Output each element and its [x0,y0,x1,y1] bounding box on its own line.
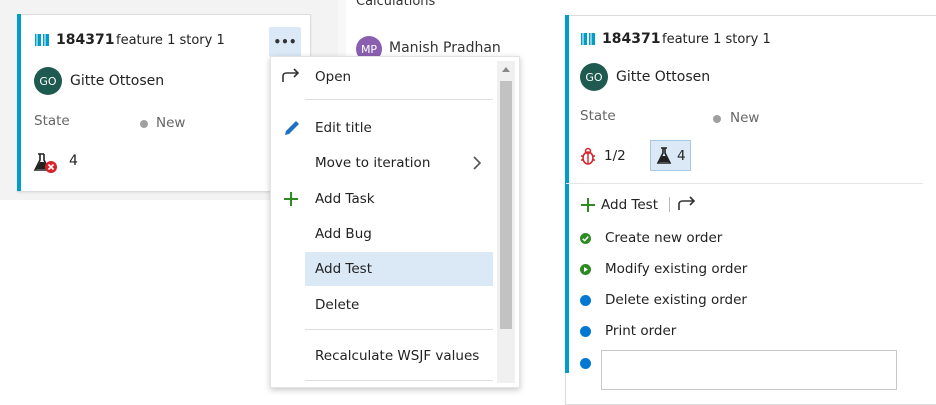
card-accent-bar [17,14,21,191]
test-count: 4 [677,148,686,164]
menu-item-add-test[interactable]: Add Test [305,252,493,286]
menu-item-label: Edit title [315,120,372,136]
test-indicator-toggle[interactable]: 4 [650,140,691,171]
menu-separator [305,99,493,100]
menu-item-label: Recalculate WSJF values [315,348,480,364]
work-item-title[interactable]: feature 1 story 1 [116,33,225,48]
menu-item-label: Add Task [315,191,375,207]
card-divider [566,183,923,184]
chevron-right-icon [473,156,482,170]
state-value[interactable]: New [730,110,759,126]
state-value[interactable]: New [156,115,185,131]
active-status-icon [580,294,591,306]
test-item[interactable]: Create new order [580,230,722,246]
assignee-name[interactable]: Gitte Ottosen [70,73,164,89]
menu-item-delete[interactable]: Delete [305,288,493,322]
more-actions-button[interactable]: ••• [269,27,301,57]
passed-icon [580,232,591,244]
state-dot-icon [713,115,721,123]
test-item[interactable]: Modify existing order [580,261,747,277]
scrollbar-thumb[interactable] [500,81,512,329]
test-name: Create new order [605,230,723,246]
test-name: Modify existing order [605,261,748,277]
background-card-assignee: Manish Pradhan [389,40,501,56]
scroll-up-icon[interactable] [501,65,511,73]
state-label: State [34,113,70,129]
background-card-title: Calculations [356,0,436,9]
assignee-name[interactable]: Gitte Ottosen [616,69,710,85]
pencil-icon [285,121,299,135]
state-label: State [580,108,616,124]
test-item[interactable]: Delete existing order [580,292,747,308]
work-item-title[interactable]: feature 1 story 1 [662,32,771,47]
menu-item-label: Delete [315,297,360,313]
toolbar-divider [669,197,670,212]
menu-item-label: Add Bug [315,226,372,242]
work-item-id: 184371 [56,32,115,48]
test-flask-icon [656,147,672,164]
menu-item-recalculate-wsjf[interactable]: Recalculate WSJF values [305,339,493,373]
test-name: Print order [605,323,677,339]
plus-icon[interactable] [580,197,596,213]
work-item-card[interactable]: 184371 feature 1 story 1 ••• GO Gitte Ot… [17,14,311,192]
user-story-icon [35,34,49,46]
avatar: GO [34,67,62,95]
bug-count: 1/2 [604,148,626,164]
bug-icon[interactable] [580,147,596,165]
open-arrow-icon [282,68,300,82]
menu-item-label: Open [315,69,352,85]
menu-item-label: Add Test [315,261,373,277]
work-item-id: 184371 [602,31,661,47]
menu-item-add-task[interactable]: Add Task [305,182,493,216]
plus-icon [284,192,298,206]
avatar: GO [580,63,608,91]
menu-separator [305,329,493,330]
active-status-icon [580,358,591,369]
menu-item-edit-title[interactable]: Edit title [305,111,493,145]
test-name: Delete existing order [605,292,747,308]
active-status-icon [580,325,591,337]
in-progress-icon [580,263,591,275]
background-card[interactable]: Calculations MP Manish Pradhan [346,0,520,64]
add-test-button[interactable]: Add Test [601,197,658,213]
test-failed-icon[interactable] [32,152,60,174]
context-menu: Open Edit title Move to iteration Add Ta… [270,56,520,388]
test-item[interactable]: Print order [580,323,676,339]
menu-scrollbar[interactable] [497,61,515,383]
state-dot-icon [140,120,148,128]
user-story-icon [581,33,595,45]
menu-item-open[interactable]: Open [305,60,493,94]
card-accent-bar [565,15,569,373]
open-arrow-icon[interactable] [677,196,697,212]
menu-separator [305,380,493,381]
menu-item-label: Move to iteration [315,155,431,171]
menu-item-move-to-iteration[interactable]: Move to iteration [305,146,493,180]
new-test-input[interactable] [601,350,897,390]
menu-item-add-bug[interactable]: Add Bug [305,217,493,251]
test-count: 4 [69,153,78,169]
expanded-work-item-card[interactable]: 184371 feature 1 story 1 GO Gitte Ottose… [565,15,936,405]
